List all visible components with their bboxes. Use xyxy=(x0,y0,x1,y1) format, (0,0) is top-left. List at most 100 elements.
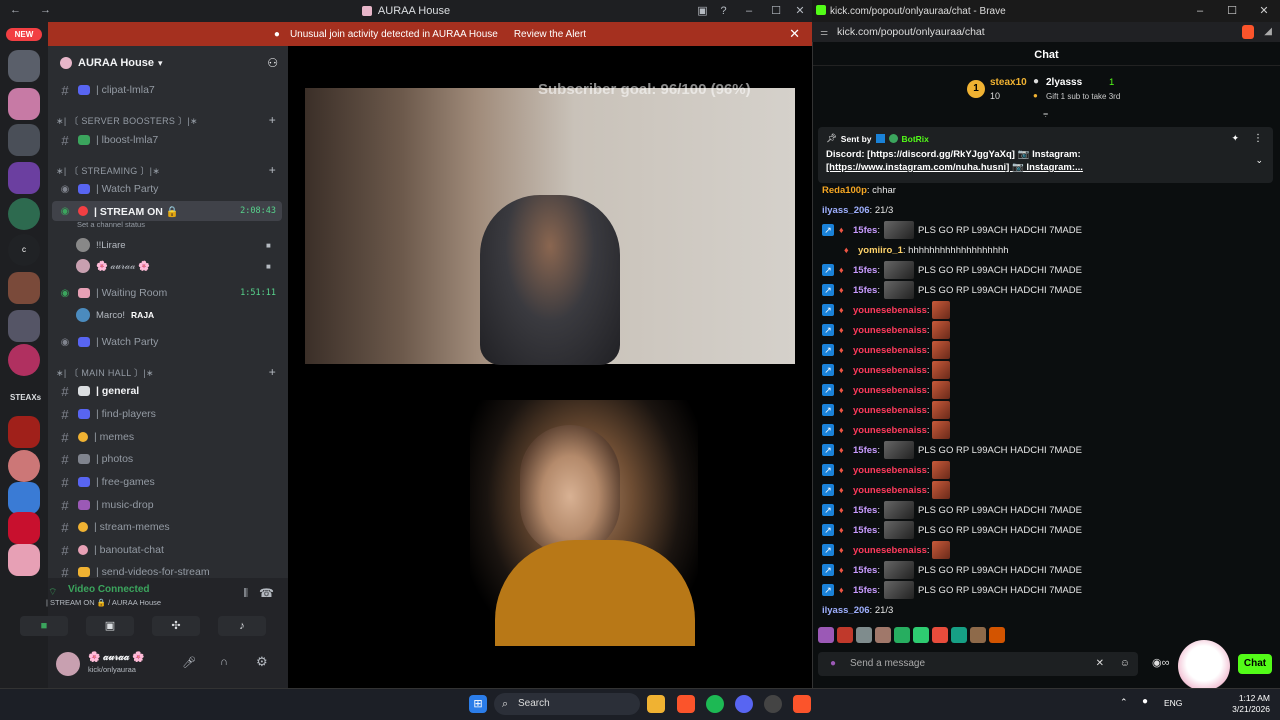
add-channel-icon[interactable]: + xyxy=(269,113,276,127)
chevron-up-icon[interactable]: ⌃ xyxy=(1120,697,1128,708)
chat-emote[interactable] xyxy=(931,401,950,419)
chat-emote[interactable] xyxy=(883,521,914,539)
chat-username[interactable]: 15fes xyxy=(853,285,877,296)
guild-header[interactable]: AURAA House ▾ ⚇ xyxy=(48,50,288,76)
emote[interactable] xyxy=(913,627,929,643)
server-icon[interactable] xyxy=(8,344,40,376)
spotify-icon[interactable] xyxy=(706,695,724,713)
taskbar-clock[interactable]: 1:12 AM 3/21/2026 xyxy=(1222,693,1270,715)
microphone-icon[interactable]: 🎤︎ xyxy=(182,656,196,669)
more-options-icon[interactable]: ⋮ xyxy=(1253,133,1263,144)
chat-emote[interactable] xyxy=(931,361,950,379)
chat-username[interactable]: 15fes xyxy=(853,265,877,276)
activities-button[interactable]: ✣ xyxy=(152,616,200,636)
inbox-icon[interactable]: ▣ xyxy=(692,0,713,22)
chat-username[interactable]: 15fes xyxy=(853,525,877,536)
language-indicator[interactable]: ENG xyxy=(1164,698,1182,708)
channel-status[interactable]: Set a channel status xyxy=(77,220,145,229)
category-streaming[interactable]: ∗| 〔 STREAMING 〕|∗ + xyxy=(56,162,282,178)
site-info-icon[interactable]: ⚌ xyxy=(820,22,828,42)
microphone-icon[interactable]: ● xyxy=(830,652,836,676)
channel-watch-party[interactable]: ◉ | Watch Party xyxy=(52,179,282,199)
chat-username[interactable]: younesebenaiss xyxy=(853,305,927,316)
nav-arrows-icon[interactable]: ← → xyxy=(10,4,59,16)
chat-emote[interactable] xyxy=(931,321,950,339)
brave-icon[interactable] xyxy=(677,695,695,713)
camera-button[interactable]: ■ xyxy=(20,616,68,636)
server-folder[interactable] xyxy=(8,88,40,120)
emote[interactable] xyxy=(818,627,834,643)
chat-username[interactable]: younesebenaiss xyxy=(853,365,927,376)
chat-emote[interactable] xyxy=(883,281,914,299)
brave-icon[interactable] xyxy=(793,695,811,713)
headphones-icon[interactable]: ∩ xyxy=(220,656,228,668)
channel-waiting-room[interactable]: ◉ | Waiting Room 1:51:11 xyxy=(52,283,282,303)
add-member-icon[interactable]: ⚇ xyxy=(267,56,278,70)
chat-emote[interactable] xyxy=(931,421,950,439)
chat-username[interactable]: younesebenaiss xyxy=(853,465,927,476)
chat-username[interactable]: 15fes xyxy=(853,505,877,516)
channel-clipat[interactable]: # | clipat-lmla7 xyxy=(52,80,282,100)
chat-emote[interactable] xyxy=(931,481,950,499)
chat-username[interactable]: younesebenaiss xyxy=(853,425,927,436)
server-icon[interactable] xyxy=(8,482,40,514)
emote[interactable] xyxy=(856,627,872,643)
pinned-line[interactable]: [https://www.instagram.com/nuha.husni] 📷… xyxy=(826,162,1265,173)
chat-input[interactable]: ● Send a message ✕ ☺ xyxy=(818,652,1138,676)
send-chat-button[interactable]: Chat xyxy=(1238,654,1272,674)
chat-emote[interactable] xyxy=(883,561,914,579)
chat-emote[interactable] xyxy=(931,381,950,399)
microphone-icon[interactable]: ● xyxy=(1142,696,1148,707)
server-icon[interactable] xyxy=(8,416,40,448)
chat-username[interactable]: younesebenaiss xyxy=(853,385,927,396)
chat-username[interactable]: 15fes xyxy=(853,585,877,596)
chat-username[interactable]: ilyass_206 xyxy=(822,605,870,616)
voice-location[interactable]: | STREAM ON 🔒 / AURAA House xyxy=(40,598,240,607)
server-folder[interactable] xyxy=(8,272,40,304)
disconnect-icon[interactable]: ☎ xyxy=(259,586,274,600)
brave-shield-icon[interactable] xyxy=(1242,25,1254,39)
chat-emote[interactable] xyxy=(931,341,950,359)
server-folder[interactable] xyxy=(8,162,40,194)
voice-user[interactable]: !!Lirare ■ xyxy=(76,236,271,254)
channel-find-players[interactable]: # | find-players xyxy=(52,404,282,424)
close-icon[interactable]: ✕ xyxy=(789,26,800,42)
review-alert-link[interactable]: Review the Alert xyxy=(514,29,586,40)
server-folder[interactable] xyxy=(8,50,40,82)
server-icon[interactable] xyxy=(8,450,40,482)
channel-photos[interactable]: # | photos xyxy=(52,449,282,469)
minimize-button[interactable]: – xyxy=(734,0,764,22)
chat-emote[interactable] xyxy=(883,501,914,519)
channel-watch-party-2[interactable]: ◉ | Watch Party xyxy=(52,332,282,352)
chat-username[interactable]: yomiiro_1 xyxy=(858,245,903,256)
channel-music-drop[interactable]: # | music-drop xyxy=(52,495,282,515)
close-button[interactable]: ✕ xyxy=(788,0,812,22)
add-channel-icon[interactable]: + xyxy=(269,163,276,177)
emote[interactable] xyxy=(970,627,986,643)
emote[interactable] xyxy=(875,627,891,643)
voice-user[interactable]: Marco! RAJA xyxy=(76,306,154,324)
start-icon[interactable]: ⊞ xyxy=(469,695,487,713)
soundboard-button[interactable]: ♪ xyxy=(218,616,266,636)
chat-emote[interactable] xyxy=(931,461,950,479)
chat-emote[interactable] xyxy=(883,261,914,279)
chat-username[interactable]: younesebenaiss xyxy=(853,545,927,556)
file-explorer-icon[interactable] xyxy=(647,695,665,713)
pinned-bot-name[interactable]: BotRix xyxy=(902,134,929,144)
server-icon[interactable] xyxy=(8,544,40,576)
chat-emote[interactable] xyxy=(883,581,914,599)
chat-emote[interactable] xyxy=(883,221,914,239)
minimize-button[interactable]: – xyxy=(1184,0,1216,22)
emoji-icon[interactable]: ☺ xyxy=(1120,652,1130,676)
chat-username[interactable]: younesebenaiss xyxy=(853,345,927,356)
server-icon[interactable] xyxy=(8,512,40,544)
server-icon[interactable]: c xyxy=(8,234,40,266)
avatar[interactable] xyxy=(56,652,80,676)
server-folder[interactable] xyxy=(8,310,40,342)
chevron-down-icon[interactable]: ⌄ xyxy=(1255,155,1263,166)
chat-username[interactable]: younesebenaiss xyxy=(853,405,927,416)
chat-username[interactable]: ilyass_206 xyxy=(822,205,870,216)
points-icon[interactable]: ◉∞ xyxy=(1152,656,1169,669)
taskbar-search[interactable]: ⌕ Search xyxy=(494,693,640,715)
screen-share-button[interactable]: ▣ xyxy=(86,616,134,636)
